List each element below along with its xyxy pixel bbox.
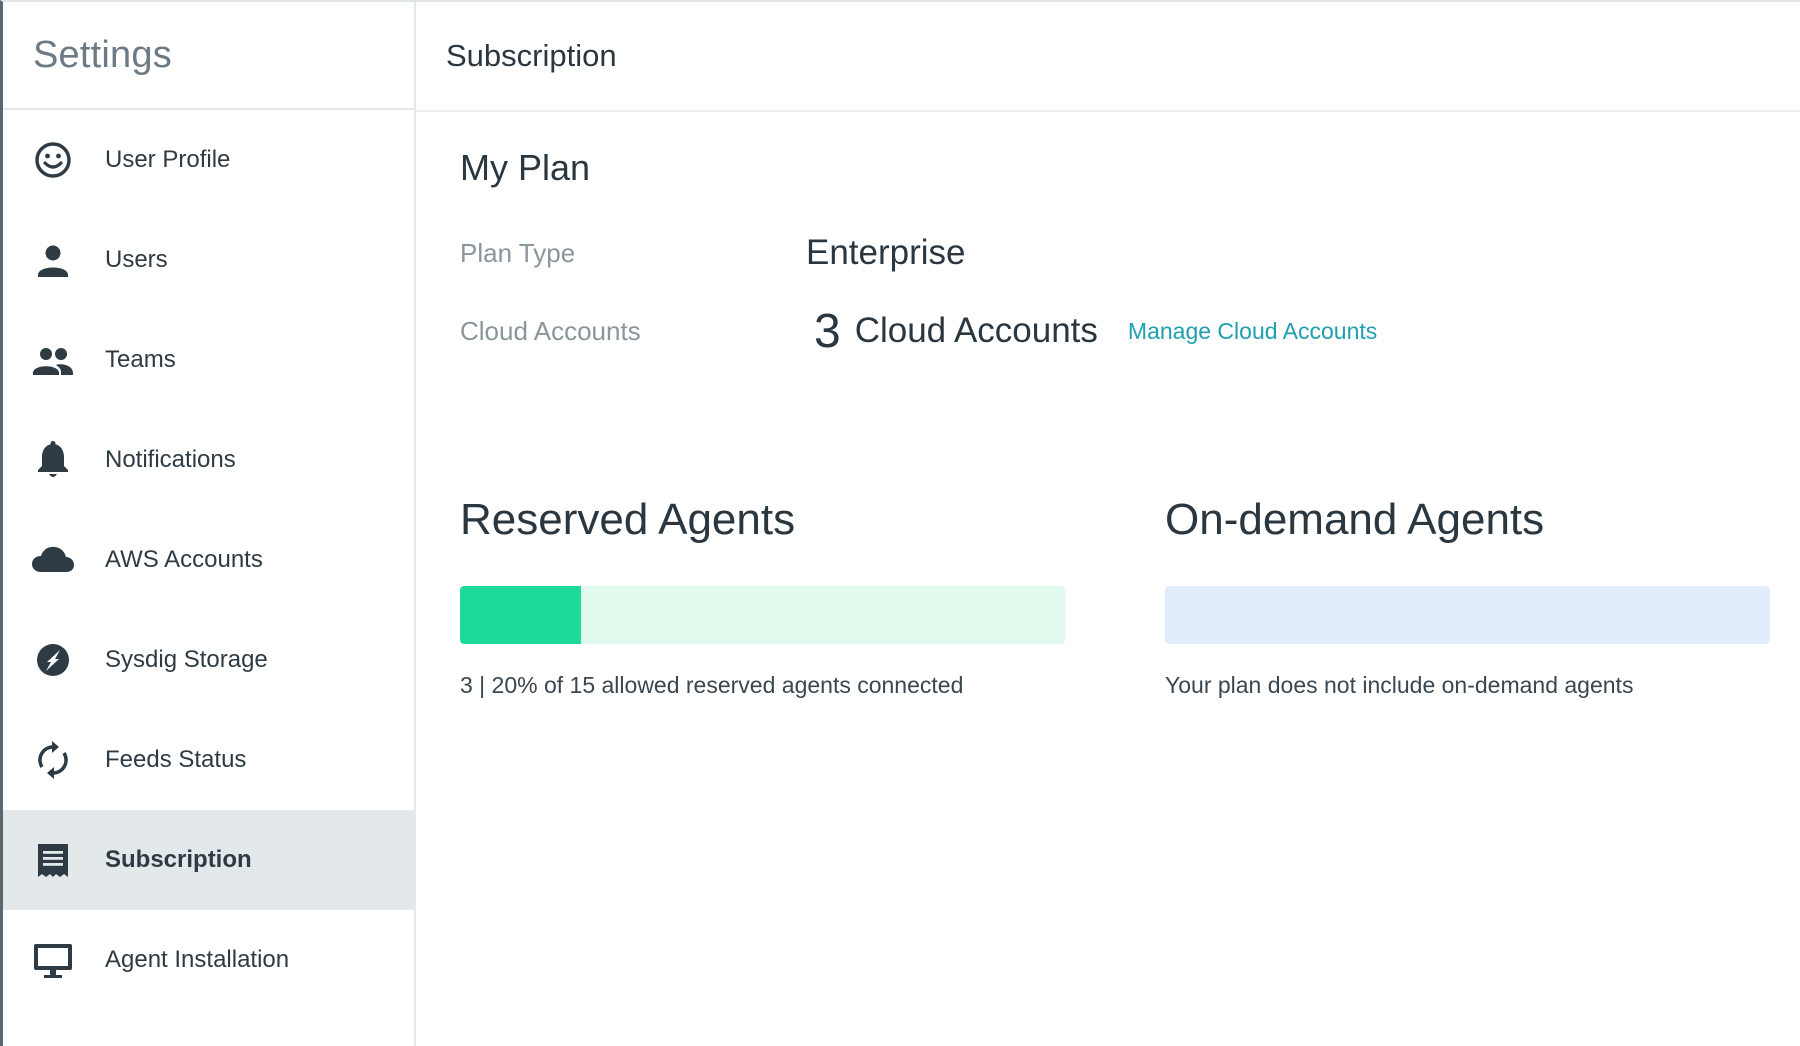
plan-type-value: Enterprise (806, 233, 966, 272)
sidebar-item-label: Agent Installation (105, 946, 290, 973)
cloud-accounts-unit: Cloud Accounts (854, 311, 1098, 350)
on-demand-agents-panel: On-demand Agents Your plan does not incl… (1165, 490, 1770, 699)
sidebar-item-sysdig-storage[interactable]: Sysdig Storage (3, 610, 414, 710)
cloud-accounts-label: Cloud Accounts (460, 315, 641, 346)
reserved-agents-heading: Reserved Agents (460, 495, 796, 544)
sidebar-item-teams[interactable]: Teams (3, 310, 414, 410)
sidebar-item-feeds-status[interactable]: Feeds Status (3, 710, 414, 810)
sidebar-item-label: User Profile (105, 146, 231, 173)
sidebar-item-label: Sysdig Storage (105, 646, 268, 673)
sidebar-item-label: Subscription (105, 846, 252, 873)
page-title: Subscription (446, 38, 617, 73)
sidebar-item-label: Feeds Status (105, 746, 247, 773)
sidebar-header: Settings (3, 2, 414, 110)
plan-type-row: Plan Type Enterprise (460, 214, 1800, 292)
sidebar-item-agent-installation[interactable]: Agent Installation (3, 910, 414, 1010)
subscription-content: My Plan Plan Type Enterprise Cloud Accou… (416, 140, 1800, 699)
cloud-accounts-row: Cloud Accounts 3 Cloud Accounts Manage C… (460, 292, 1800, 370)
bell-icon (31, 438, 75, 482)
sidebar-item-subscription[interactable]: Subscription (3, 810, 414, 910)
cloud-accounts-count: 3 (814, 304, 841, 358)
reserved-agents-caption: 3 | 20% of 15 allowed reserved agents co… (460, 672, 964, 698)
cloud-icon (31, 538, 75, 582)
agents-section: Reserved Agents 3 | 20% of 15 allowed re… (460, 490, 1800, 699)
sidebar-item-notifications[interactable]: Notifications (3, 410, 414, 510)
main-panel: Subscription My Plan Plan Type Enterpris… (416, 2, 1800, 1046)
sidebar-item-label: Notifications (105, 446, 236, 473)
sidebar-item-label: Teams (105, 346, 176, 373)
receipt-icon (31, 838, 75, 882)
monitor-icon (31, 938, 75, 982)
settings-sidebar: Settings User Profile Users Teams Notifi (3, 2, 416, 1046)
reserved-agents-progress-fill (460, 586, 581, 644)
smiley-face-icon (31, 138, 75, 182)
plan-type-label: Plan Type (460, 237, 576, 268)
on-demand-agents-caption: Your plan does not include on-demand age… (1165, 672, 1634, 698)
on-demand-agents-heading: On-demand Agents (1165, 495, 1545, 544)
people-icon (31, 338, 75, 382)
refresh-icon (31, 738, 75, 782)
storage-icon (31, 638, 75, 682)
sidebar-title: Settings (33, 33, 172, 76)
sidebar-item-label: Users (105, 246, 168, 273)
person-icon (31, 238, 75, 282)
my-plan-heading: My Plan (460, 147, 591, 188)
sidebar-item-user-profile[interactable]: User Profile (3, 110, 414, 210)
app-window: Settings User Profile Users Teams Notifi (0, 0, 1800, 1046)
page-header: Subscription (416, 2, 1800, 112)
sidebar-item-aws-accounts[interactable]: AWS Accounts (3, 510, 414, 610)
reserved-agents-panel: Reserved Agents 3 | 20% of 15 allowed re… (460, 490, 1065, 699)
manage-cloud-accounts-link[interactable]: Manage Cloud Accounts (1128, 318, 1377, 345)
sidebar-item-label: AWS Accounts (105, 546, 263, 573)
on-demand-agents-progress-bar (1165, 586, 1770, 644)
sidebar-item-users[interactable]: Users (3, 210, 414, 310)
reserved-agents-progress-bar (460, 586, 1065, 644)
